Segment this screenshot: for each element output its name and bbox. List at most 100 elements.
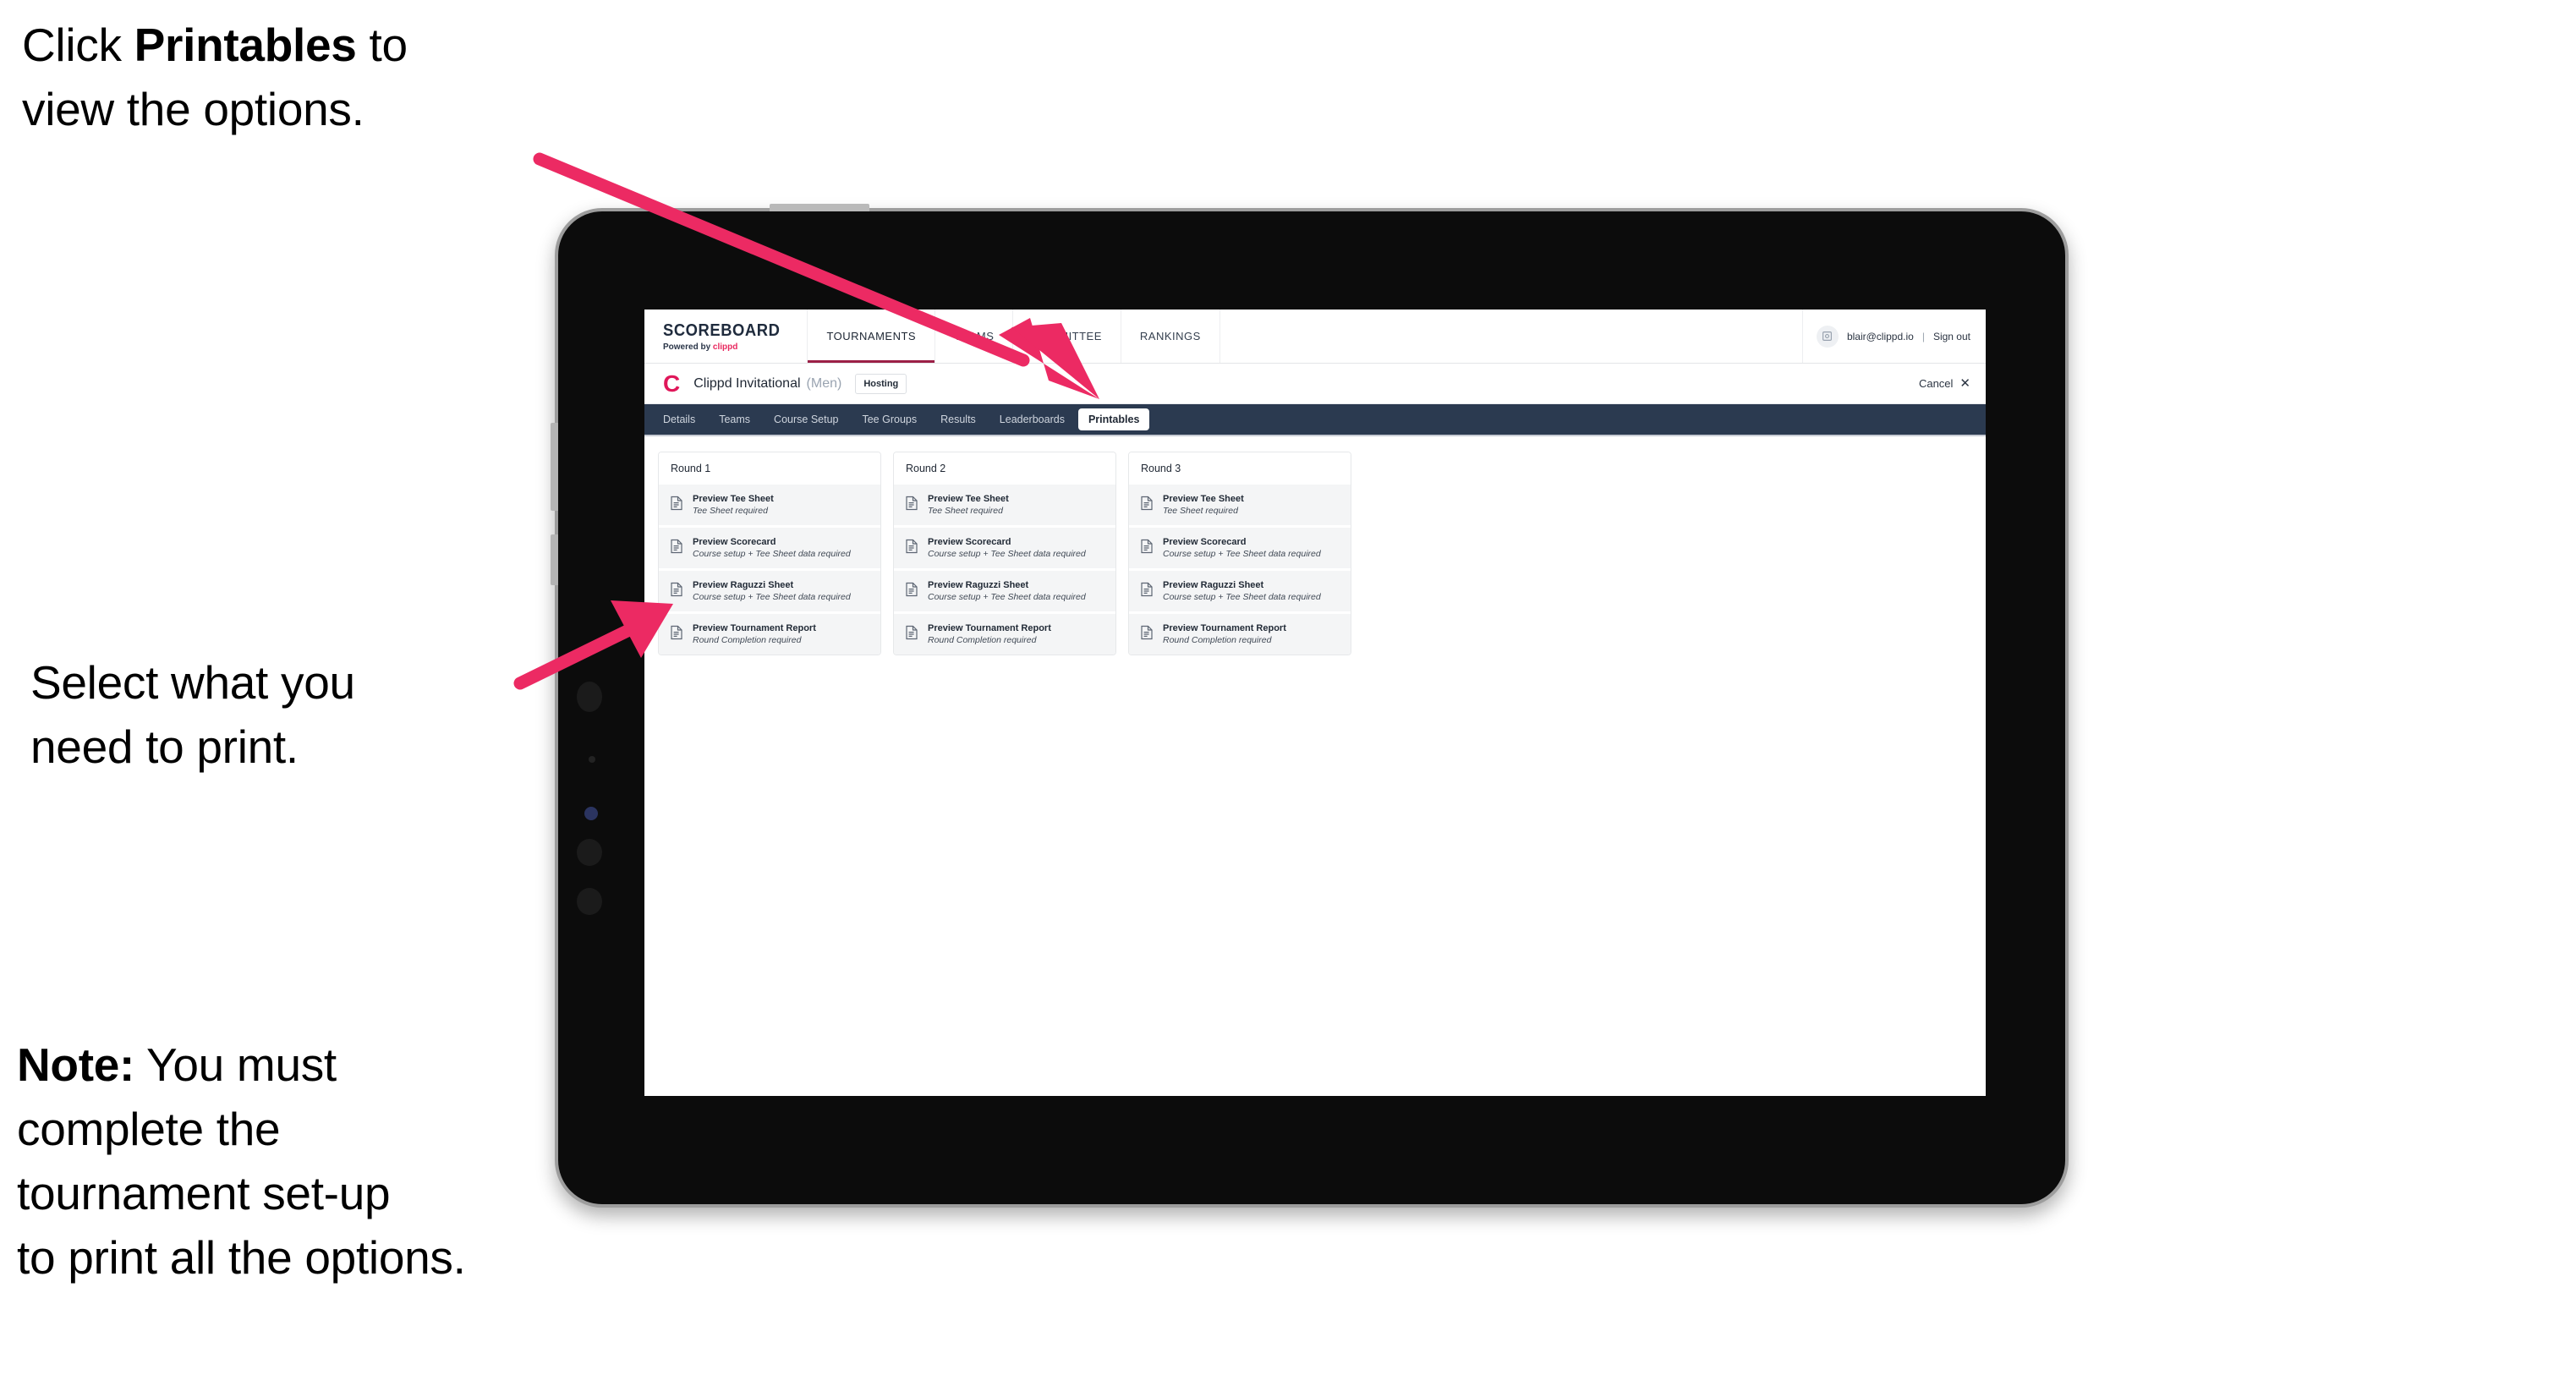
printable-row-tournament-report[interactable]: Preview Tournament Report Round Completi… — [659, 614, 880, 655]
printable-row-raguzzi-sheet[interactable]: Preview Raguzzi Sheet Course setup + Tee… — [659, 571, 880, 614]
printable-row-raguzzi-sheet[interactable]: Preview Raguzzi Sheet Course setup + Tee… — [1129, 571, 1351, 614]
tournament-name: Clippd Invitational — [693, 375, 801, 391]
document-icon — [1140, 496, 1154, 515]
user-email-label: blair@clippd.io — [1846, 330, 1914, 342]
tablet-power-button[interactable] — [770, 204, 869, 211]
round-card-2: Round 2 Preview Tee Sheet Tee Sheet requ… — [893, 452, 1116, 655]
printable-title: Preview Tee Sheet — [928, 494, 1009, 504]
callout-select-what-to-print: Select what you need to print. — [30, 656, 355, 773]
user-separator: | — [1921, 330, 1925, 342]
document-icon — [670, 539, 683, 558]
nav-item-committee-label: COMMITTEE — [1032, 330, 1102, 342]
printable-texts: Preview Tee Sheet Tee Sheet required — [693, 494, 774, 516]
nav-item-rankings[interactable]: RANKINGS — [1121, 310, 1220, 363]
nav-item-committee[interactable]: COMMITTEE — [1013, 310, 1121, 363]
printable-title: Preview Tournament Report — [928, 623, 1051, 633]
tab-teams[interactable]: Teams — [709, 408, 760, 430]
printable-row-raguzzi-sheet[interactable]: Preview Raguzzi Sheet Course setup + Tee… — [894, 571, 1115, 614]
printable-title: Preview Scorecard — [928, 537, 1011, 547]
printable-row-tee-sheet[interactable]: Preview Tee Sheet Tee Sheet required — [659, 485, 880, 528]
document-icon — [670, 625, 683, 644]
global-header: SCOREBOARD Powered by clippd TOURNAMENTS… — [644, 310, 1986, 364]
printable-requirement: Course setup + Tee Sheet data required — [693, 549, 851, 559]
printable-title: Preview Raguzzi Sheet — [928, 580, 1029, 590]
printable-texts: Preview Raguzzi Sheet Course setup + Tee… — [1163, 580, 1321, 602]
printable-requirement: Course setup + Tee Sheet data required — [1163, 592, 1321, 602]
round-1-title: Round 1 — [659, 452, 880, 485]
cancel-button[interactable]: Cancel ✕ — [1919, 377, 1970, 390]
printable-requirement: Course setup + Tee Sheet data required — [928, 549, 1086, 559]
printable-requirement: Course setup + Tee Sheet data required — [928, 592, 1086, 602]
document-icon — [905, 496, 918, 515]
tablet-volume-down-button[interactable] — [551, 534, 558, 585]
printable-title: Preview Tournament Report — [693, 623, 816, 633]
printable-requirement: Course setup + Tee Sheet data required — [1163, 549, 1321, 559]
scoreboard-logo[interactable]: SCOREBOARD Powered by clippd — [644, 310, 808, 363]
powered-by-text: Powered by — [663, 342, 713, 352]
document-icon — [905, 539, 918, 558]
callout-3-bold: Note: — [17, 1038, 135, 1091]
document-icon — [905, 582, 918, 601]
callout-1-prefix: Click — [22, 19, 134, 71]
close-x-icon: ✕ — [1959, 376, 1970, 391]
tournament-tabs: Details Teams Course Setup Tee Groups Re… — [644, 404, 1986, 436]
scoreboard-wordmark: SCOREBOARD — [663, 320, 781, 340]
printable-row-scorecard[interactable]: Preview Scorecard Course setup + Tee She… — [659, 528, 880, 571]
tab-results-label: Results — [940, 414, 976, 425]
printable-row-scorecard[interactable]: Preview Scorecard Course setup + Tee She… — [1129, 528, 1351, 571]
printables-round-columns: Round 1 Preview Tee Sheet Tee Sheet requ… — [644, 436, 1986, 655]
printable-row-tee-sheet[interactable]: Preview Tee Sheet Tee Sheet required — [1129, 485, 1351, 528]
nav-item-tournaments[interactable]: TOURNAMENTS — [808, 310, 936, 363]
round-3-title: Round 3 — [1129, 452, 1351, 485]
tab-results[interactable]: Results — [930, 408, 986, 430]
printable-texts: Preview Tee Sheet Tee Sheet required — [1163, 494, 1244, 516]
round-1-items: Preview Tee Sheet Tee Sheet required Pre… — [659, 485, 880, 655]
printable-title: Preview Raguzzi Sheet — [693, 580, 794, 590]
printable-texts: Preview Raguzzi Sheet Course setup + Tee… — [693, 580, 851, 602]
printable-texts: Preview Tee Sheet Tee Sheet required — [928, 494, 1009, 516]
sign-out-link[interactable]: Sign out — [1933, 331, 1970, 342]
printable-title: Preview Scorecard — [693, 537, 776, 547]
tab-printables-label: Printables — [1088, 414, 1140, 425]
printable-requirement: Round Completion required — [693, 635, 802, 645]
screenshot-canvas: Click Printables to view the options. Se… — [0, 0, 2576, 1386]
nav-item-rankings-label: RANKINGS — [1139, 330, 1201, 342]
cancel-button-label: Cancel — [1918, 377, 1954, 390]
browser-viewport: SCOREBOARD Powered by clippd TOURNAMENTS… — [644, 310, 1986, 1096]
user-avatar-icon[interactable] — [1816, 325, 1839, 348]
printable-title: Preview Scorecard — [1163, 537, 1247, 547]
status-badge-hosting: Hosting — [855, 373, 907, 394]
nav-item-teams[interactable]: TEAMS — [935, 310, 1014, 363]
nav-item-tournaments-label: TOURNAMENTS — [826, 330, 917, 342]
tab-printables[interactable]: Printables — [1077, 408, 1150, 430]
printable-requirement: Round Completion required — [928, 635, 1037, 645]
tablet-speaker-hole-3 — [577, 888, 602, 915]
tab-details[interactable]: Details — [653, 408, 705, 430]
tab-leaderboards[interactable]: Leaderboards — [989, 408, 1075, 430]
user-account-area: blair@clippd.io | Sign out — [1803, 310, 1986, 363]
tab-course-setup[interactable]: Course Setup — [764, 408, 848, 430]
printable-row-tee-sheet[interactable]: Preview Tee Sheet Tee Sheet required — [894, 485, 1115, 528]
round-card-1: Round 1 Preview Tee Sheet Tee Sheet requ… — [658, 452, 881, 655]
tournament-gender: (Men) — [806, 375, 842, 391]
printable-row-scorecard[interactable]: Preview Scorecard Course setup + Tee She… — [894, 528, 1115, 571]
printable-texts: Preview Scorecard Course setup + Tee She… — [693, 537, 851, 559]
printable-texts: Preview Tournament Report Round Completi… — [928, 623, 1051, 645]
tab-tee-groups[interactable]: Tee Groups — [852, 408, 927, 430]
callout-note: Note: You must complete the tournament s… — [17, 1033, 685, 1290]
round-card-3: Round 3 Preview Tee Sheet Tee Sheet requ… — [1128, 452, 1351, 655]
document-icon — [1140, 625, 1154, 644]
printable-row-tournament-report[interactable]: Preview Tournament Report Round Completi… — [1129, 614, 1351, 655]
printable-row-tournament-report[interactable]: Preview Tournament Report Round Completi… — [894, 614, 1115, 655]
tablet-camera-lens — [584, 807, 598, 820]
tournament-header-bar: C Clippd Invitational (Men) Hosting Canc… — [644, 364, 1986, 404]
callout-click-printables: Click Printables to view the options. — [22, 14, 614, 142]
tab-teams-label: Teams — [719, 414, 751, 425]
document-icon — [670, 582, 683, 601]
round-3-items: Preview Tee Sheet Tee Sheet required Pre… — [1129, 485, 1351, 655]
printable-texts: Preview Tournament Report Round Completi… — [693, 623, 816, 645]
printable-texts: Preview Scorecard Course setup + Tee She… — [1163, 537, 1321, 559]
tablet-volume-up-button[interactable] — [551, 423, 558, 511]
tab-course-setup-label: Course Setup — [774, 414, 839, 425]
tablet-speaker-hole-2 — [577, 839, 602, 866]
